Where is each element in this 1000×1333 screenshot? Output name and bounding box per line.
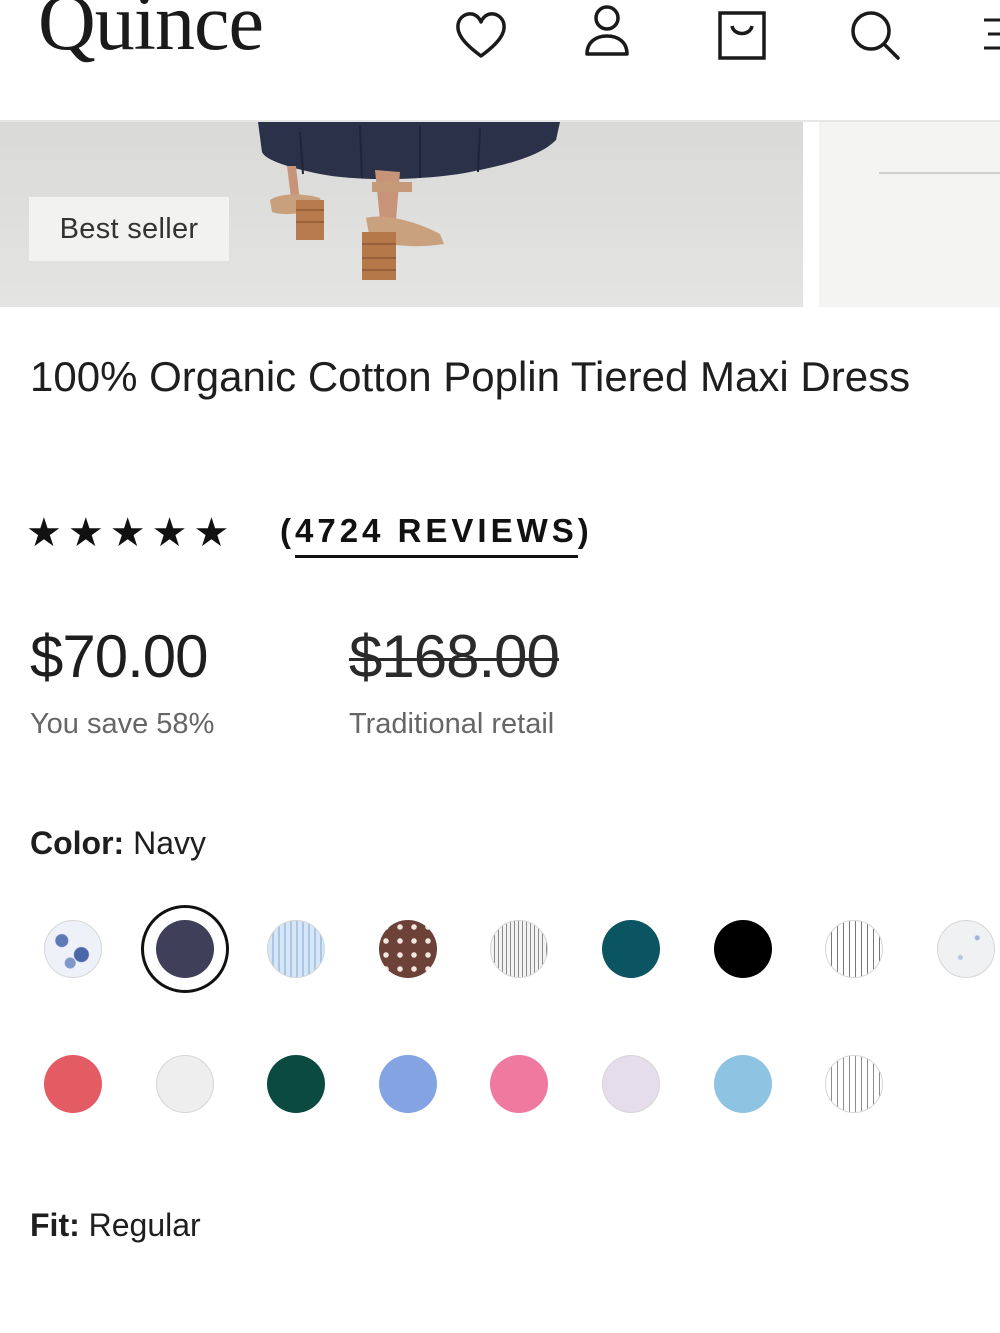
reviews-count[interactable]: 4724 REVIEWS [295, 512, 578, 558]
search-icon[interactable] [846, 6, 904, 64]
color-label: Color: Navy [30, 825, 206, 862]
color-value: Navy [133, 825, 206, 861]
color-swatch-lavender[interactable] [602, 1055, 660, 1113]
color-swatch-white-stripe[interactable] [825, 920, 884, 978]
reviews-link[interactable]: (4724 REVIEWS) [280, 512, 593, 558]
next-product-image[interactable] [819, 122, 1000, 307]
color-swatch-grey-stripe[interactable] [490, 920, 549, 978]
color-label-key: Color: [30, 825, 125, 861]
retail-price: $168.00 [349, 623, 560, 690]
color-swatch-black[interactable] [713, 920, 772, 978]
savings-note: You save 58% [30, 708, 215, 740]
color-swatch-white-speckle[interactable] [936, 920, 995, 978]
color-swatch-white[interactable] [155, 1055, 214, 1113]
color-swatch-teal[interactable] [602, 920, 660, 978]
color-swatch-pink[interactable] [490, 1055, 549, 1113]
site-header: Quince [0, 0, 1000, 122]
selected-swatch-ring [140, 905, 229, 993]
menu-icon[interactable] [982, 14, 1000, 54]
fit-label-key: Fit: [30, 1207, 80, 1243]
user-icon[interactable] [578, 0, 636, 62]
best-seller-badge: Best seller [29, 197, 229, 261]
color-swatch-ivory-stripe[interactable] [825, 1055, 884, 1113]
heart-icon[interactable] [452, 6, 510, 64]
fit-label: Fit: Regular [30, 1207, 201, 1244]
color-swatch-periwinkle[interactable] [378, 1055, 437, 1113]
color-swatch-blue-floral[interactable] [44, 920, 102, 978]
reviews-close-paren: ) [577, 512, 593, 549]
sale-price: $70.00 [30, 623, 209, 690]
color-swatch-light-blue-stripe[interactable] [267, 920, 326, 978]
shopping-bag-icon[interactable] [714, 6, 770, 64]
color-swatch-brown-dot[interactable] [378, 920, 437, 978]
color-swatch-sky-blue[interactable] [713, 1055, 772, 1113]
quince-logo[interactable]: Quince [38, 0, 264, 69]
product-title: 100% Organic Cotton Poplin Tiered Maxi D… [30, 353, 911, 400]
divider [879, 172, 1000, 174]
retail-note: Traditional retail [349, 708, 555, 740]
color-swatch-dark-green[interactable] [267, 1055, 326, 1113]
fit-value: Regular [88, 1207, 201, 1243]
color-swatch-coral-red[interactable] [44, 1055, 102, 1113]
rating-stars-icon: ★★★★★ [26, 511, 236, 555]
reviews-open-paren: ( [280, 512, 295, 549]
